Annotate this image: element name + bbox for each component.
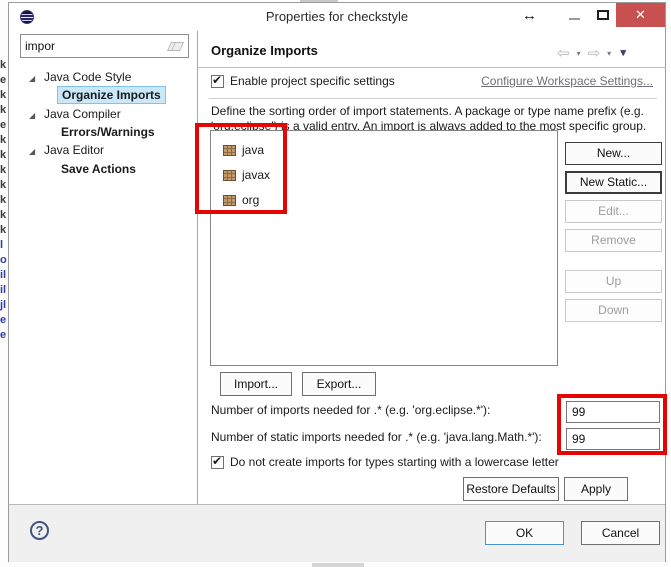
sidebar-item-label[interactable]: Java Compiler <box>44 106 121 123</box>
description-text: Define the sorting order of import state… <box>211 104 671 118</box>
properties-dialog: Properties for checkstyle ↔ ✕ ◢ Java Cod… <box>8 2 666 562</box>
background-window-fragment: kekkekkkkkkk loililjlee <box>0 58 8 518</box>
view-menu-icon[interactable]: ▼ <box>618 48 628 59</box>
edit-button: Edit... <box>565 200 662 223</box>
ok-button[interactable]: OK <box>485 521 564 545</box>
apply-button[interactable]: Apply <box>564 477 628 501</box>
new-static-button[interactable]: New Static... <box>565 171 662 194</box>
imports-threshold-label: Number of imports needed for .* (e.g. 'o… <box>211 403 490 417</box>
down-button: Down <box>565 299 662 322</box>
export-button[interactable]: Export... <box>302 372 376 396</box>
up-button: Up <box>565 270 662 293</box>
close-button[interactable]: ✕ <box>616 3 665 27</box>
sidebar-item-label[interactable]: Save Actions <box>61 161 136 178</box>
enable-settings-checkbox[interactable]: ✔ <box>211 75 224 88</box>
back-icon[interactable]: ⇦ <box>557 44 570 62</box>
cancel-button[interactable]: Cancel <box>581 521 660 545</box>
footer: ? OK Cancel <box>9 505 665 562</box>
sidebar-item-label[interactable]: Java Editor <box>44 142 104 159</box>
tree-expand-icon[interactable]: ◢ <box>29 107 35 124</box>
window-title: Properties for checkstyle <box>9 3 665 31</box>
sidebar-divider <box>197 31 198 504</box>
back-dropdown-icon[interactable]: ▾ <box>577 49 581 58</box>
title-bar[interactable]: Properties for checkstyle ↔ ✕ <box>9 3 665 31</box>
checkmark-icon: ✔ <box>212 73 222 87</box>
sidebar-item-label[interactable]: Organize Imports <box>57 86 166 104</box>
configure-workspace-link[interactable]: Configure Workspace Settings... <box>481 74 653 88</box>
enable-settings-label[interactable]: Enable project specific settings <box>230 74 395 88</box>
remove-button: Remove <box>565 229 662 252</box>
static-imports-threshold-label: Number of static imports needed for .* (… <box>211 430 542 444</box>
page-title: Organize Imports <box>211 43 318 58</box>
background-text: loililjlee <box>0 239 7 341</box>
screen: kekkekkkkkkk loililjlee Properties for ch… <box>0 0 671 567</box>
background-text: kekkekkkkkkk <box>0 59 6 236</box>
resize-icon[interactable]: ↔ <box>522 7 537 24</box>
filter-input[interactable] <box>25 37 165 55</box>
minimize-button[interactable] <box>569 18 580 20</box>
lowercase-types-checkbox[interactable]: ✔ <box>211 456 224 469</box>
maximize-button[interactable] <box>597 10 609 20</box>
section-divider <box>209 98 657 99</box>
filter-field[interactable] <box>20 34 189 58</box>
page-navigation: ⇦ ▾ ⇨ ▾ ▼ <box>557 44 661 62</box>
forward-dropdown-icon[interactable]: ▾ <box>607 49 611 58</box>
tree-expand-icon[interactable]: ◢ <box>29 143 35 160</box>
annotation-box-thresholds <box>557 394 667 455</box>
help-icon[interactable]: ? <box>30 521 49 540</box>
checkmark-icon: ✔ <box>212 454 222 468</box>
forward-icon[interactable]: ⇨ <box>588 44 601 62</box>
sidebar-item-label[interactable]: Errors/Warnings <box>61 124 155 141</box>
lowercase-types-label[interactable]: Do not create imports for types starting… <box>230 455 559 469</box>
new-button[interactable]: New... <box>565 142 662 165</box>
header-divider <box>198 67 666 68</box>
tree-expand-icon[interactable]: ◢ <box>29 70 35 87</box>
annotation-box-import-order <box>195 123 287 214</box>
clear-filter-icon[interactable] <box>167 42 184 51</box>
import-button[interactable]: Import... <box>220 372 292 396</box>
sidebar-item-label[interactable]: Java Code Style <box>44 69 131 86</box>
background-window-fragment <box>312 563 364 567</box>
restore-defaults-button[interactable]: Restore Defaults <box>463 477 559 501</box>
